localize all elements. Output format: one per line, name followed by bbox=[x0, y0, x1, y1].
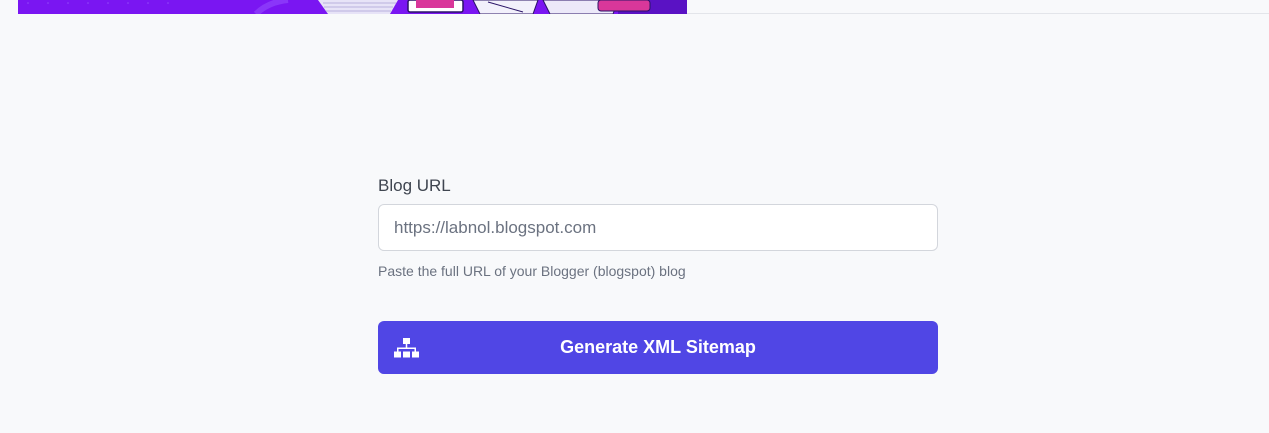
sitemap-icon bbox=[394, 338, 419, 358]
sitemap-form: Blog URL Paste the full URL of your Blog… bbox=[378, 176, 938, 280]
blog-url-input[interactable] bbox=[378, 204, 938, 251]
generate-sitemap-button[interactable]: Generate XML Sitemap bbox=[378, 321, 938, 374]
header-divider bbox=[687, 13, 1269, 14]
generate-sitemap-label: Generate XML Sitemap bbox=[560, 337, 756, 357]
blog-url-help-text: Paste the full URL of your Blogger (blog… bbox=[378, 263, 686, 279]
blog-url-label: Blog URL bbox=[378, 176, 451, 195]
hero-banner-image bbox=[18, 0, 687, 14]
